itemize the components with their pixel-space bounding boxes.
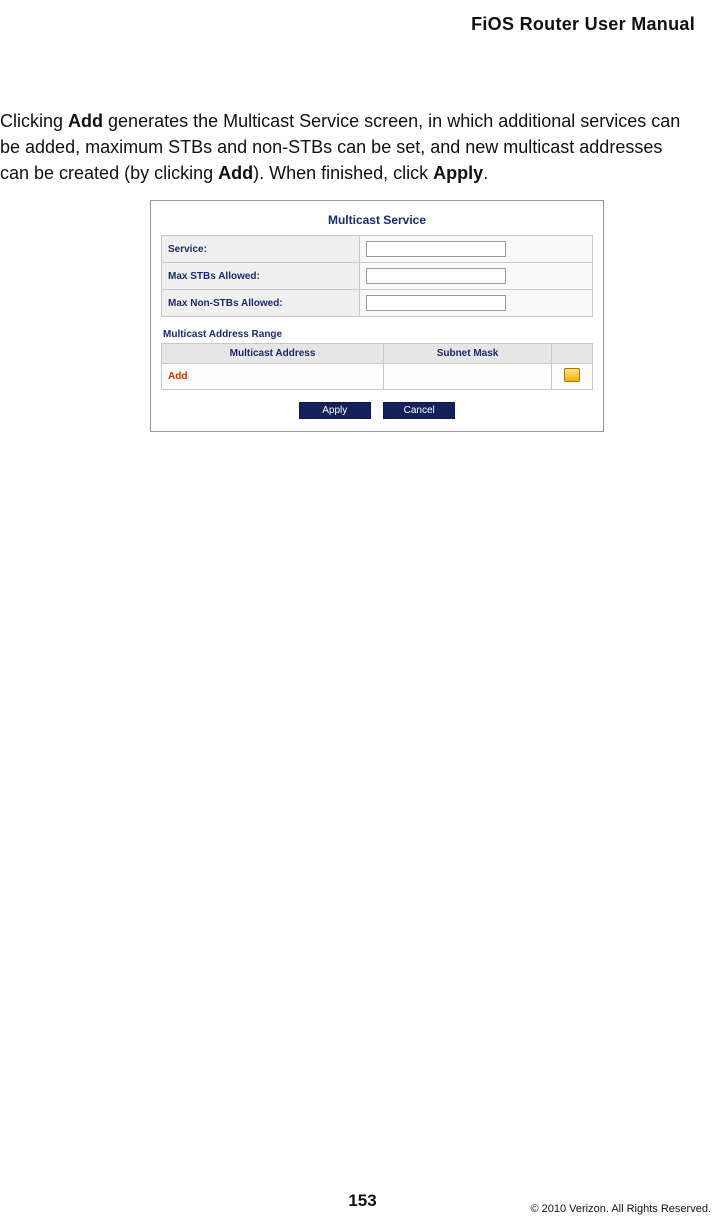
multicast-service-panel: Multicast Service Service: Max STBs Allo… — [150, 200, 604, 432]
label-max-stb: Max STBs Allowed: — [162, 263, 360, 290]
col-header-action — [552, 344, 593, 364]
row-service: Service: — [162, 236, 593, 263]
service-input[interactable] — [366, 241, 506, 257]
max-stb-input[interactable] — [366, 268, 506, 284]
copyright-text: © 2010 Verizon. All Rights Reserved. — [530, 1203, 711, 1215]
address-table-add-row: Add — [162, 364, 593, 390]
panel-title: Multicast Service — [161, 213, 593, 227]
value-max-nonstb-cell — [360, 290, 593, 317]
value-service-cell — [360, 236, 593, 263]
action-icon-cell — [552, 364, 593, 390]
body-text-bold-add1: Add — [68, 111, 103, 131]
col-header-multicast-address: Multicast Address — [162, 344, 384, 364]
label-max-nonstb: Max Non-STBs Allowed: — [162, 290, 360, 317]
apply-button[interactable]: Apply — [299, 402, 371, 419]
cancel-button[interactable]: Cancel — [383, 402, 455, 419]
add-address-link[interactable]: Add — [168, 371, 187, 382]
subnet-mask-empty-cell — [384, 364, 552, 390]
address-table-header-row: Multicast Address Subnet Mask — [162, 344, 593, 364]
body-text-span: ). When finished, click — [253, 163, 433, 183]
col-header-subnet-mask: Subnet Mask — [384, 344, 552, 364]
document-header-title: FiOS Router User Manual — [471, 14, 695, 35]
body-text-span: . — [483, 163, 488, 183]
max-nonstb-input[interactable] — [366, 295, 506, 311]
body-text-bold-apply: Apply — [433, 163, 483, 183]
body-paragraph: Clicking Add generates the Multicast Ser… — [0, 108, 695, 186]
add-icon[interactable] — [564, 368, 580, 382]
row-max-nonstb: Max Non-STBs Allowed: — [162, 290, 593, 317]
row-max-stb: Max STBs Allowed: — [162, 263, 593, 290]
address-range-table: Multicast Address Subnet Mask Add — [161, 343, 593, 390]
body-text-bold-add2: Add — [218, 163, 253, 183]
value-max-stb-cell — [360, 263, 593, 290]
multicast-fields-table: Service: Max STBs Allowed: Max Non-STBs … — [161, 235, 593, 317]
panel-button-row: Apply Cancel — [161, 400, 593, 419]
body-text-span: Clicking — [0, 111, 68, 131]
label-service: Service: — [162, 236, 360, 263]
add-link-cell: Add — [162, 364, 384, 390]
section-label-address-range: Multicast Address Range — [163, 329, 593, 340]
